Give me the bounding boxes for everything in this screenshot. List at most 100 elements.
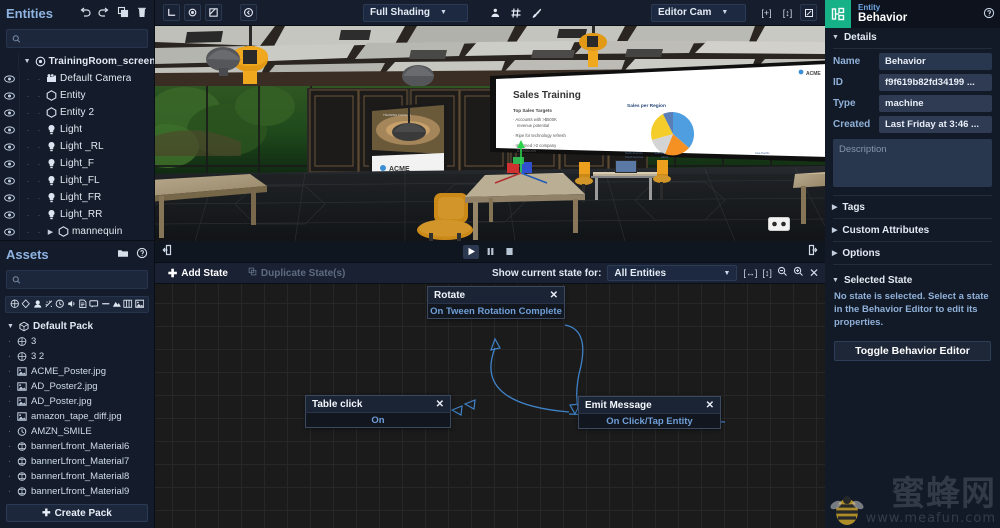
asset-row[interactable]: ·3 2 — [0, 349, 154, 364]
fullscreen-icon[interactable] — [800, 4, 817, 21]
add-state-button[interactable]: ✚ Add State — [161, 265, 235, 281]
grid-icon[interactable] — [507, 4, 524, 21]
collapse-left-icon[interactable] — [162, 243, 174, 261]
entities-search-input[interactable] — [25, 33, 142, 44]
close-icon[interactable]: ✕ — [809, 266, 819, 280]
node-event[interactable]: On — [305, 412, 451, 428]
graph-node-rotate[interactable]: Rotate✕On Tween Rotation Complete — [427, 286, 565, 319]
caret-right-icon[interactable]: ▶ — [46, 228, 55, 236]
pick-icon[interactable] — [528, 4, 545, 21]
asset-row[interactable]: ·ACME_Poster.jpg — [0, 364, 154, 379]
asset-row[interactable]: ·bannerLfront_Material9 — [0, 484, 154, 499]
clock-icon[interactable] — [55, 299, 65, 311]
tree-item-mannequin[interactable]: ··▶mannequin — [0, 223, 154, 240]
script-icon[interactable] — [78, 299, 88, 311]
shape-icon[interactable] — [21, 299, 31, 311]
tree-item-default-camera[interactable]: ··Default Camera — [0, 70, 154, 87]
tree-item-light-fr[interactable]: ··Light_FR — [0, 189, 154, 206]
entity-filter-dropdown[interactable]: All Entities ▼ — [607, 265, 737, 281]
graph-node-table-click[interactable]: Table click✕On — [305, 395, 451, 428]
section-custom-attributes[interactable]: ▶ Custom Attributes — [825, 221, 1000, 239]
visibility-toggle[interactable] — [0, 87, 20, 104]
node-header[interactable]: Emit Message✕ — [578, 396, 721, 413]
visibility-toggle[interactable] — [0, 206, 20, 223]
collapse-right-icon[interactable] — [806, 243, 818, 261]
back-icon[interactable] — [240, 4, 257, 21]
create-pack-button[interactable]: ✚ Create Pack — [6, 504, 148, 522]
assets-search-input[interactable] — [25, 274, 142, 285]
selected-state-header[interactable]: ▼ Selected State — [825, 271, 1000, 289]
visibility-toggle[interactable] — [0, 189, 20, 206]
caret-down-icon[interactable]: ▼ — [23, 58, 32, 65]
visibility-toggle[interactable] — [0, 172, 20, 189]
visibility-toggle[interactable] — [0, 121, 20, 138]
asset-pack-row[interactable]: ▼Default Pack — [0, 319, 154, 334]
node-header[interactable]: Rotate✕ — [427, 286, 565, 303]
visibility-toggle[interactable] — [0, 53, 19, 70]
section-options[interactable]: ▶ Options — [825, 244, 1000, 262]
audio-icon[interactable] — [67, 299, 77, 311]
node-event[interactable]: On Tween Rotation Complete — [427, 303, 565, 319]
tree-item-light[interactable]: ··Light — [0, 121, 154, 138]
rotate-tool-icon[interactable] — [184, 4, 201, 21]
tree-item-entity-2[interactable]: ··Entity 2 — [0, 104, 154, 121]
duplicate-icon[interactable] — [117, 6, 129, 20]
visibility-toggle[interactable] — [0, 155, 20, 172]
asset-row[interactable]: ·AD_Poster2.jpg — [0, 379, 154, 394]
pause-icon[interactable] — [482, 245, 498, 259]
duplicate-states-button[interactable]: Duplicate State(s) — [241, 265, 352, 281]
scale-tool-icon[interactable] — [205, 4, 222, 21]
bracket-right-icon[interactable]: [↕] — [779, 4, 796, 21]
node-header[interactable]: Table click✕ — [305, 395, 451, 412]
redo-icon[interactable] — [98, 6, 110, 20]
avatar-icon[interactable] — [33, 299, 43, 311]
description-field[interactable]: Description — [833, 139, 992, 187]
bracket-left-icon[interactable]: [+] — [758, 4, 775, 21]
tree-item-light-f[interactable]: ··Light_F — [0, 155, 154, 172]
details-section-header[interactable]: ▼ Details — [825, 28, 1000, 46]
tree-item-entity[interactable]: ··Entity — [0, 87, 154, 104]
tree-item-trainingroom-screen[interactable]: ▼TrainingRoom_screen... — [0, 53, 154, 70]
folder-icon[interactable] — [117, 247, 129, 261]
help-icon[interactable] — [136, 247, 148, 261]
stop-icon[interactable] — [501, 245, 517, 259]
trash-icon[interactable] — [136, 6, 148, 20]
entities-search-box[interactable] — [6, 29, 148, 48]
asset-row[interactable]: ·AD_Poster.jpg — [0, 394, 154, 409]
particle-icon[interactable] — [44, 299, 54, 311]
asset-row[interactable]: ·3 — [0, 334, 154, 349]
graph-node-emit-message[interactable]: Emit Message✕On Click/Tap Entity — [578, 396, 721, 429]
zoom-in-icon[interactable] — [793, 266, 804, 280]
message-icon[interactable] — [89, 299, 99, 311]
visibility-toggle[interactable] — [0, 104, 20, 121]
play-icon[interactable] — [463, 245, 479, 259]
behavior-graph-canvas[interactable]: Rotate✕On Tween Rotation Complete Table c… — [155, 284, 825, 528]
caret-down-icon[interactable]: ▼ — [6, 323, 15, 330]
move-tool-icon[interactable] — [163, 4, 180, 21]
toggle-behavior-editor-button[interactable]: Toggle Behavior Editor — [834, 341, 991, 361]
asset-row[interactable]: ·amazon_tape_diff.jpg — [0, 409, 154, 424]
field-value[interactable]: Behavior — [879, 53, 992, 70]
person-icon[interactable] — [486, 4, 503, 21]
asset-row[interactable]: ·bannerLfront_Material6 — [0, 439, 154, 454]
asset-row[interactable]: ·AMZN_SMILE — [0, 424, 154, 439]
section-tags[interactable]: ▶ Tags — [825, 198, 1000, 216]
image-icon[interactable] — [135, 299, 145, 311]
asset-row[interactable]: ·bannerLfront_Material7 — [0, 454, 154, 469]
visibility-toggle[interactable] — [0, 70, 20, 87]
camera-dropdown[interactable]: Editor Cam ▼ — [651, 4, 746, 22]
asset-row[interactable]: ·bannerLfront_Material8 — [0, 469, 154, 484]
tree-item-light-rl[interactable]: ··Light _RL — [0, 138, 154, 155]
close-icon[interactable]: ✕ — [706, 400, 714, 411]
visibility-toggle[interactable] — [0, 138, 20, 155]
node-event[interactable]: On Click/Tap Entity — [578, 413, 721, 429]
3d-viewport[interactable]: Sales Training Top Sales Targets · Accou… — [155, 26, 825, 241]
tree-item-light-fl[interactable]: ··Light_FL — [0, 172, 154, 189]
terrain-icon[interactable] — [112, 299, 122, 311]
help-icon[interactable] — [978, 7, 1000, 22]
fit-right-icon[interactable]: [↕] — [762, 268, 772, 278]
line-icon[interactable] — [101, 299, 111, 311]
close-icon[interactable]: ✕ — [550, 290, 558, 301]
visibility-toggle[interactable] — [0, 223, 20, 240]
undo-icon[interactable] — [79, 6, 91, 20]
